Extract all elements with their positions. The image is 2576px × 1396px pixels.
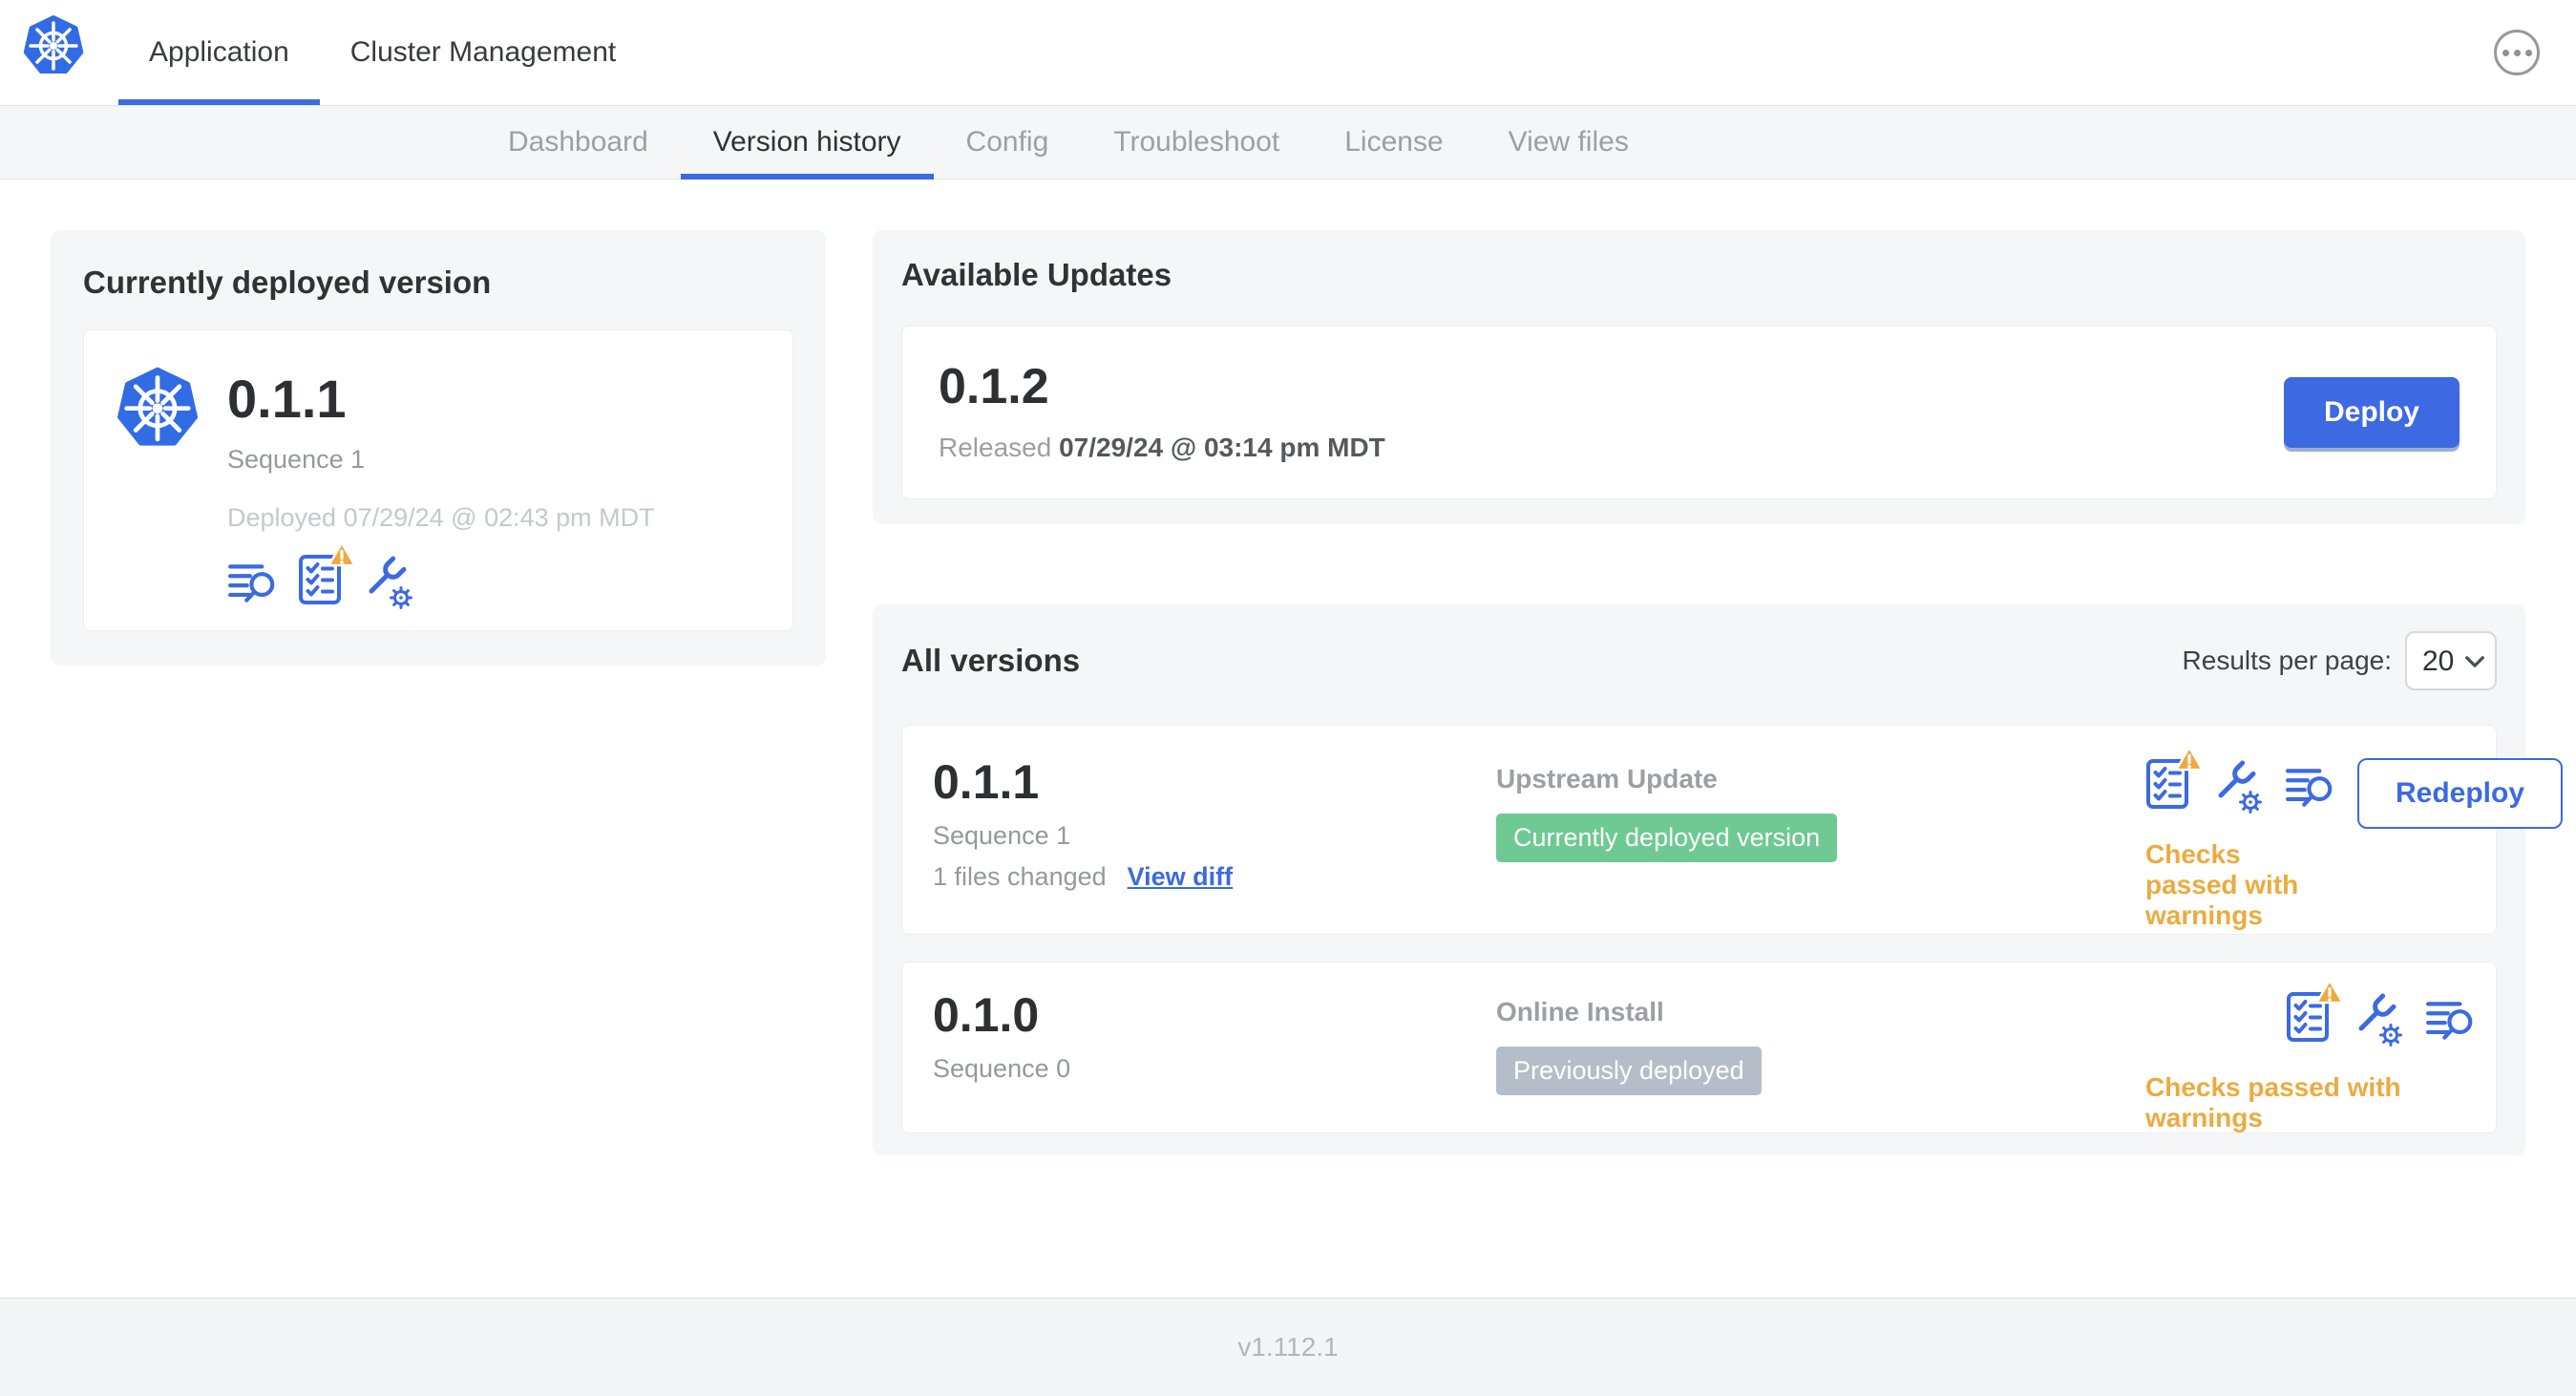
view-diff-link[interactable]: View diff: [1128, 862, 1234, 892]
overflow-menu-button[interactable]: [2494, 30, 2540, 75]
warning-triangle-icon: [2174, 745, 2205, 773]
footer: v1.112.1: [0, 1298, 2576, 1396]
tab-troubleshoot[interactable]: Troubleshoot: [1081, 106, 1312, 179]
preflight-status-link[interactable]: Checks passed with warnings: [2145, 1072, 2477, 1133]
deploy-logs-icon[interactable]: [2285, 765, 2336, 809]
all-versions-section: All versions Results per page: 20 0.1.1 …: [873, 604, 2564, 1155]
app-kubernetes-icon: [116, 365, 199, 447]
warning-triangle-icon: [2314, 978, 2345, 1006]
tab-config[interactable]: Config: [934, 106, 1082, 179]
version-row-0.1.0: 0.1.0 Sequence 0 Online Install Previous…: [901, 962, 2497, 1133]
currently-deployed-card: 0.1.1 Sequence 1 Deployed 07/29/24 @ 02:…: [83, 329, 793, 631]
update-version-label: 0.1.2: [939, 359, 1049, 414]
preflight-checks-icon[interactable]: [2286, 991, 2330, 1047]
row-version-label: 0.1.0: [933, 988, 1040, 1042]
version-source-label: Online Install: [1496, 997, 1664, 1026]
warning-triangle-icon: [327, 540, 357, 569]
current-sequence-label: Sequence 1: [227, 445, 366, 474]
tab-license[interactable]: License: [1312, 106, 1475, 179]
version-source-label: Upstream Update: [1496, 764, 1718, 793]
all-versions-title: All versions: [901, 643, 1081, 678]
update-card: 0.1.2 Released 07/29/24 @ 03:14 pm MDT D…: [901, 326, 2497, 499]
preflight-checks-icon[interactable]: [298, 554, 342, 610]
currently-deployed-title: Currently deployed version: [83, 264, 492, 300]
deploy-button[interactable]: Deploy: [2283, 377, 2460, 448]
main-content: Currently deployed version 0.1.1 Sequenc…: [0, 180, 2576, 1298]
tab-dashboard[interactable]: Dashboard: [475, 106, 681, 179]
tab-version-history[interactable]: Version history: [680, 106, 934, 180]
preflight-checks-icon[interactable]: [2145, 758, 2189, 814]
ellipsis-icon: [2524, 49, 2532, 56]
deploy-logs-icon[interactable]: [2425, 998, 2477, 1042]
current-version-label: 0.1.1: [227, 369, 347, 429]
update-released-line: Released 07/29/24 @ 03:14 pm MDT: [939, 433, 1385, 462]
tab-application[interactable]: Application: [118, 0, 320, 105]
edit-config-icon[interactable]: [361, 556, 414, 609]
current-deployed-timestamp: Deployed 07/29/24 @ 02:43 pm MDT: [227, 503, 655, 532]
tab-cluster-management[interactable]: Cluster Management: [320, 0, 646, 105]
app-subnav: Dashboard Version history Config Trouble…: [0, 106, 2576, 180]
edit-config-icon[interactable]: [2210, 760, 2264, 814]
console-version-label: v1.112.1: [1237, 1332, 1339, 1362]
results-per-page-select[interactable]: 20: [2405, 631, 2497, 690]
available-updates-title: Available Updates: [901, 257, 1172, 292]
version-row-0.1.1: 0.1.1 Sequence 1 1 files changed View di…: [901, 725, 2564, 935]
available-updates-section: Available Updates 0.1.2 Released 07/29/2…: [873, 230, 2525, 524]
currently-deployed-section: Currently deployed version 0.1.1 Sequenc…: [51, 230, 826, 666]
kubernetes-logo-icon: [23, 13, 84, 74]
results-per-page-label: Results per page:: [2182, 645, 2392, 675]
ellipsis-icon: [2502, 49, 2509, 56]
edit-config-icon[interactable]: [2351, 993, 2404, 1047]
currently-deployed-badge: Currently deployed version: [1496, 814, 1838, 862]
row-version-label: 0.1.1: [933, 755, 1040, 809]
top-header: Application Cluster Management: [0, 0, 2576, 106]
header-tabs: Application Cluster Management: [118, 0, 646, 105]
tab-view-files[interactable]: View files: [1476, 106, 1661, 179]
release-notes-icon[interactable]: [227, 561, 279, 604]
row-sequence-label: Sequence 1: [933, 821, 1071, 850]
preflight-status-link[interactable]: Checks passed with warnings: [2145, 839, 2336, 931]
update-released-date: 07/29/24 @ 03:14 pm MDT: [1059, 433, 1385, 462]
files-changed-label: 1 files changed: [933, 862, 1107, 891]
ellipsis-icon: [2513, 49, 2521, 56]
previously-deployed-badge: Previously deployed: [1496, 1047, 1762, 1095]
row-sequence-label: Sequence 0: [933, 1054, 1071, 1083]
redeploy-button[interactable]: Redeploy: [2357, 758, 2564, 829]
